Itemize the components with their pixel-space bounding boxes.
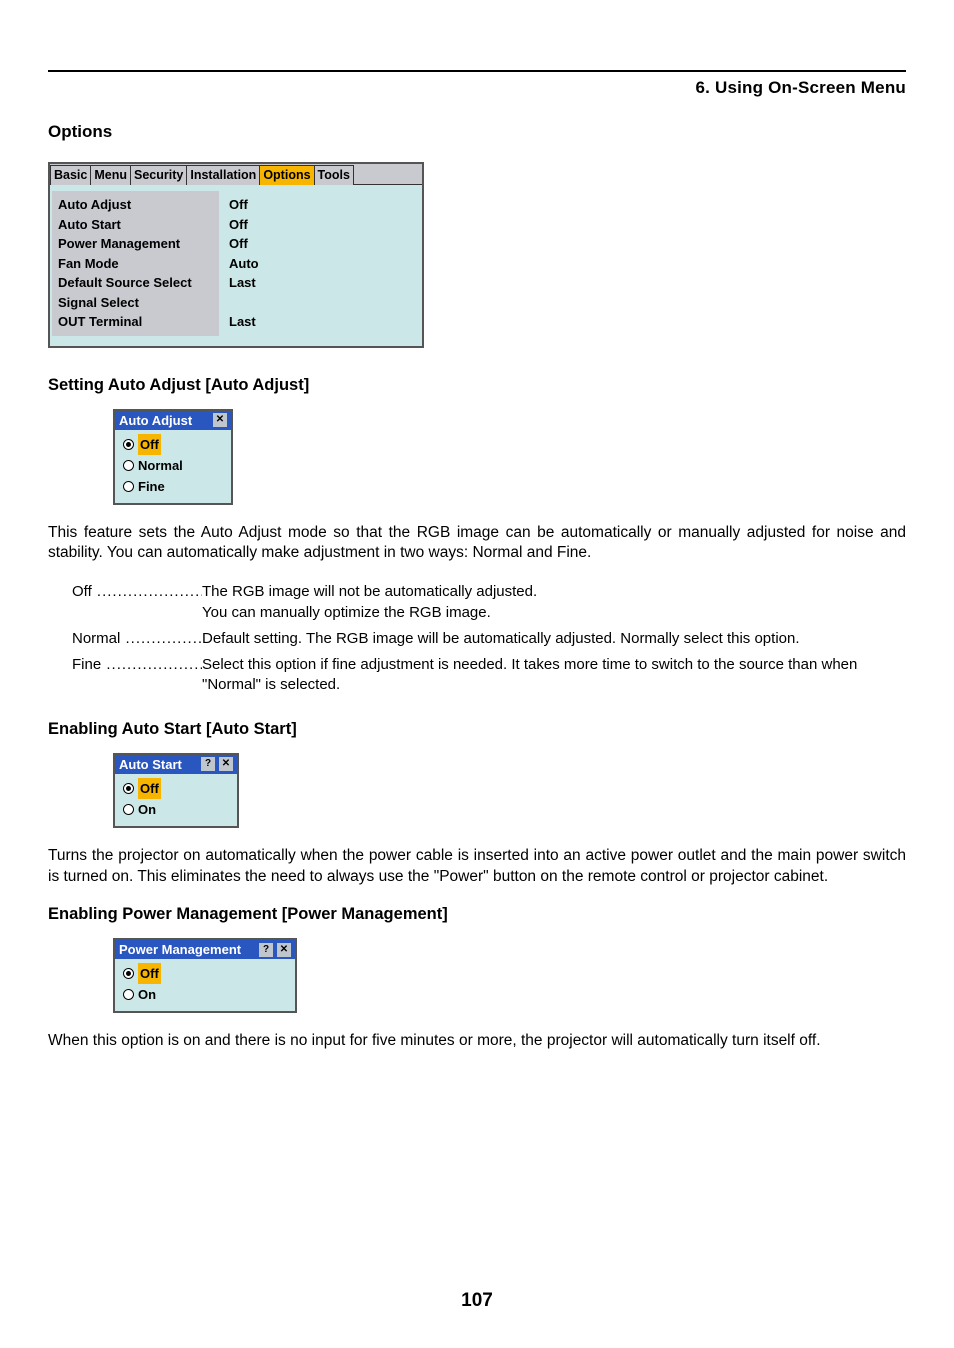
- osd-row-label[interactable]: Signal Select: [58, 293, 213, 313]
- osd-tabbar: Basic Menu Security Installation Options…: [50, 164, 422, 185]
- def-term-fine: Fine: [72, 655, 202, 696]
- radio-label: Off: [138, 434, 161, 455]
- radio-icon: [123, 460, 134, 471]
- radio-label: On: [138, 799, 156, 820]
- radio-on[interactable]: On: [123, 799, 229, 820]
- osd-row-label[interactable]: OUT Terminal: [58, 312, 213, 332]
- def-desc-off: The RGB image will not be automatically …: [202, 582, 882, 623]
- radio-label: Off: [138, 778, 161, 799]
- osd-row-value: Last: [229, 273, 259, 293]
- radio-normal[interactable]: Normal: [123, 455, 223, 476]
- osd-row-value: Off: [229, 195, 259, 215]
- radio-off[interactable]: Off: [123, 778, 229, 799]
- def-term-off: Off: [72, 582, 202, 623]
- osd-row-value: Off: [229, 215, 259, 235]
- def-desc-fine: Select this option if fine adjustment is…: [202, 655, 882, 696]
- radio-icon: [123, 968, 134, 979]
- radio-label: Normal: [138, 455, 183, 476]
- auto-adjust-definitions: Off The RGB image will not be automatica…: [72, 582, 882, 695]
- osd-row-value: [229, 293, 259, 313]
- osd-row-value: Off: [229, 234, 259, 254]
- help-icon[interactable]: ?: [201, 757, 215, 771]
- auto-start-heading: Enabling Auto Start [Auto Start]: [48, 720, 906, 739]
- dialog-title: Auto Adjust: [119, 413, 192, 428]
- tab-menu[interactable]: Menu: [90, 165, 131, 185]
- osd-row-label[interactable]: Fan Mode: [58, 254, 213, 274]
- radio-off[interactable]: Off: [123, 963, 287, 984]
- close-icon[interactable]: ✕: [213, 413, 227, 427]
- osd-values-column: Off Off Off Auto Last Last: [219, 191, 269, 336]
- help-icon[interactable]: ?: [259, 943, 273, 957]
- tab-security[interactable]: Security: [130, 165, 187, 185]
- radio-fine[interactable]: Fine: [123, 476, 223, 497]
- radio-icon: [123, 804, 134, 815]
- auto-start-dialog: Auto Start ? ✕ Off On: [113, 753, 239, 828]
- auto-adjust-dialog: Auto Adjust ✕ Off Normal Fine: [113, 409, 233, 505]
- radio-icon: [123, 439, 134, 450]
- chapter-title: 6. Using On-Screen Menu: [48, 78, 906, 98]
- osd-labels-column: Auto Adjust Auto Start Power Management …: [52, 191, 219, 336]
- dialog-title: Power Management: [119, 942, 241, 957]
- def-desc-normal: Default setting. The RGB image will be a…: [202, 629, 882, 649]
- dialog-title: Auto Start: [119, 757, 182, 772]
- power-mgmt-heading: Enabling Power Management [Power Managem…: [48, 905, 906, 924]
- tab-options[interactable]: Options: [259, 165, 314, 185]
- radio-label: Off: [138, 963, 161, 984]
- tab-installation[interactable]: Installation: [186, 165, 260, 185]
- radio-icon: [123, 481, 134, 492]
- auto-adjust-description: This feature sets the Auto Adjust mode s…: [48, 523, 906, 565]
- radio-off[interactable]: Off: [123, 434, 223, 455]
- radio-icon: [123, 783, 134, 794]
- osd-options-panel: Basic Menu Security Installation Options…: [48, 162, 424, 348]
- osd-row-label[interactable]: Default Source Select: [58, 273, 213, 293]
- tab-tools[interactable]: Tools: [314, 165, 354, 185]
- options-heading: Options: [48, 122, 906, 142]
- auto-start-description: Turns the projector on automatically whe…: [48, 846, 906, 888]
- osd-row-label[interactable]: Power Management: [58, 234, 213, 254]
- osd-row-label[interactable]: Auto Adjust: [58, 195, 213, 215]
- osd-row-value: Auto: [229, 254, 259, 274]
- power-mgmt-dialog: Power Management ? ✕ Off On: [113, 938, 297, 1013]
- radio-icon: [123, 989, 134, 1000]
- close-icon[interactable]: ✕: [219, 757, 233, 771]
- tab-basic[interactable]: Basic: [50, 165, 91, 185]
- osd-row-value: Last: [229, 312, 259, 332]
- osd-row-label[interactable]: Auto Start: [58, 215, 213, 235]
- page-number: 107: [0, 1290, 954, 1312]
- close-icon[interactable]: ✕: [277, 943, 291, 957]
- radio-label: Fine: [138, 476, 165, 497]
- power-mgmt-description: When this option is on and there is no i…: [48, 1031, 906, 1052]
- def-term-normal: Normal: [72, 629, 202, 649]
- radio-on[interactable]: On: [123, 984, 287, 1005]
- radio-label: On: [138, 984, 156, 1005]
- auto-adjust-heading: Setting Auto Adjust [Auto Adjust]: [48, 376, 906, 395]
